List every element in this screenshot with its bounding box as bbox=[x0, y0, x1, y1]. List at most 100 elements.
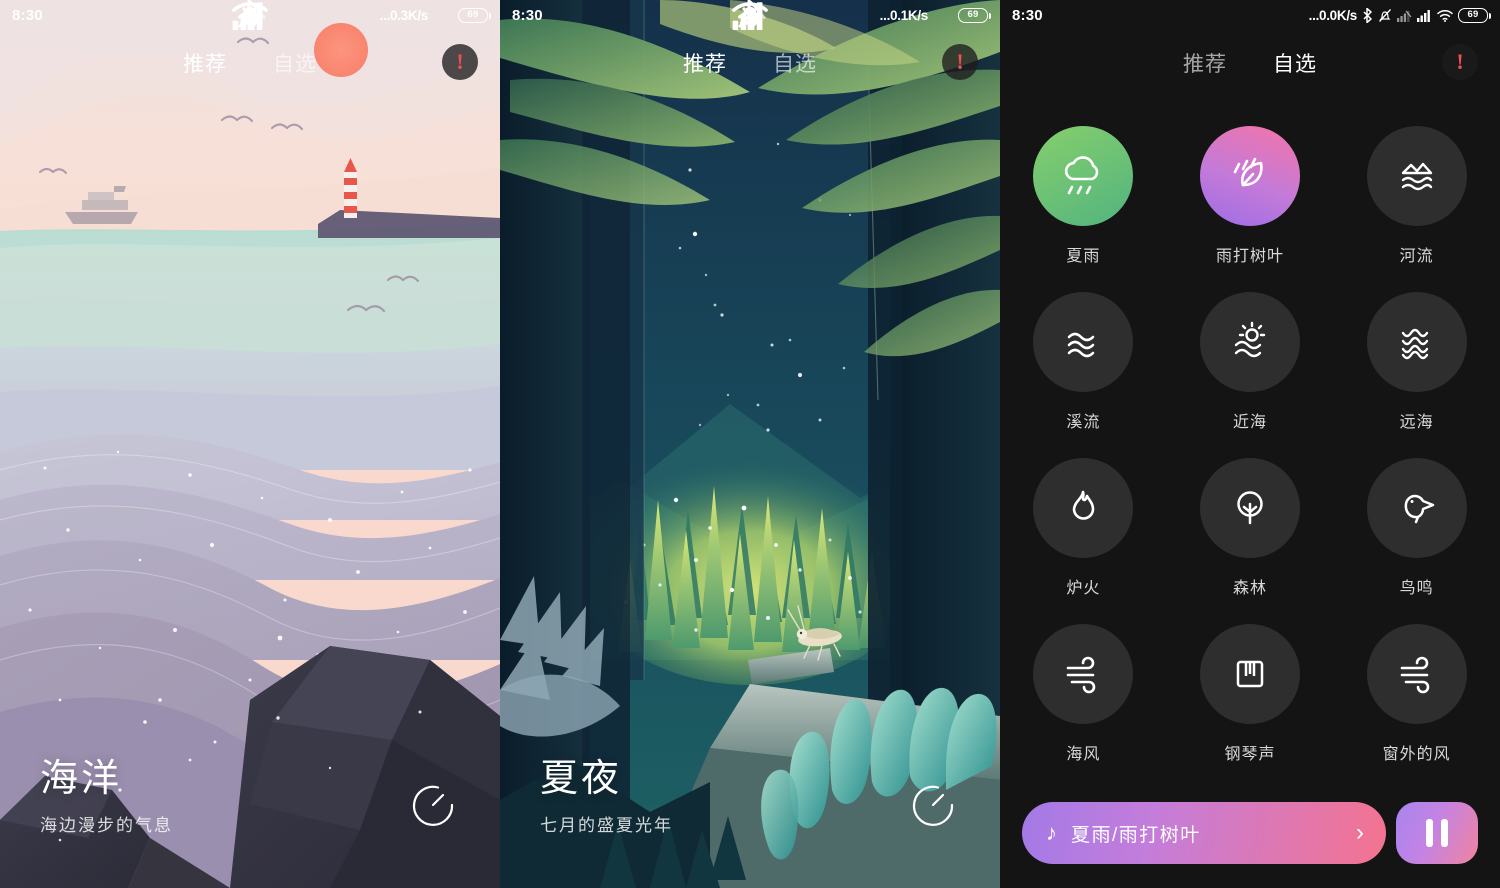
scene-subtitle: 海边漫步的气息 bbox=[40, 816, 173, 835]
sound-tile-sea-wind[interactable]: 海风 bbox=[1033, 624, 1134, 764]
sound-tile-piano[interactable]: 钢琴声 bbox=[1199, 624, 1300, 764]
mute-bell-icon bbox=[1378, 8, 1392, 23]
sound-tile-label: 钢琴声 bbox=[1224, 746, 1276, 763]
river-icon bbox=[1401, 162, 1432, 191]
battery-indicator: 69 bbox=[1458, 7, 1491, 23]
status-bar: 8:30 ...0.3K/s 69 bbox=[0, 0, 500, 30]
signal-off-icon bbox=[1397, 9, 1412, 22]
top-tabs: 推荐 自选 bbox=[1000, 48, 1500, 78]
play-pause-button[interactable] bbox=[1396, 802, 1478, 864]
scene-title: 海洋 bbox=[40, 758, 123, 801]
status-bar: 8:30 ...0.0K/s 69 bbox=[1000, 0, 1500, 30]
sound-tile-river[interactable]: 河流 bbox=[1366, 126, 1467, 266]
sound-tile-label: 河流 bbox=[1399, 248, 1434, 265]
timer-button[interactable] bbox=[408, 780, 458, 830]
sound-tile-label: 海风 bbox=[1066, 746, 1101, 763]
pause-icon-bar-left bbox=[1426, 819, 1433, 847]
sound-tile-bubble bbox=[1033, 624, 1134, 724]
sound-tile-label: 近海 bbox=[1232, 414, 1267, 431]
sound-tile-label: 窗外的风 bbox=[1382, 746, 1451, 763]
scene-caption: 海洋 海边漫步的气息 bbox=[40, 758, 173, 836]
alert-badge[interactable]: ! bbox=[442, 44, 478, 80]
scene-title: 夏夜 bbox=[540, 758, 623, 801]
chevron-right-icon: › bbox=[1356, 819, 1364, 846]
bird-icon bbox=[1404, 494, 1434, 524]
battery-indicator: 69 bbox=[958, 7, 991, 23]
pause-icon-bar-right bbox=[1441, 819, 1448, 847]
timer-button[interactable] bbox=[908, 780, 958, 830]
now-playing-button[interactable]: ♪ 夏雨/雨打树叶 › bbox=[1022, 802, 1386, 864]
panel-ocean: 8:30 ...0.3K/s 69 推荐 自选 ! 海洋 海边漫步的气息 bbox=[0, 0, 500, 888]
status-time: 8:30 bbox=[1012, 6, 1043, 24]
sound-tile-fireplace[interactable]: 炉火 bbox=[1033, 458, 1134, 598]
tab-recommend[interactable]: 推荐 bbox=[1183, 48, 1227, 78]
sound-tile-bubble bbox=[1033, 126, 1134, 226]
sound-tile-label: 远海 bbox=[1399, 414, 1434, 431]
top-tabs: 推荐 自选 bbox=[500, 48, 1000, 78]
tree-icon bbox=[1237, 491, 1263, 525]
wifi-icon bbox=[1437, 9, 1453, 22]
rain-leaf-icon bbox=[1233, 157, 1263, 187]
status-icons: ...0.0K/s 69 bbox=[1308, 7, 1491, 23]
battery-level: 69 bbox=[1467, 9, 1479, 21]
sound-tile-summer-rain[interactable]: 夏雨 bbox=[1033, 126, 1134, 266]
tab-recommend[interactable]: 推荐 bbox=[183, 48, 227, 78]
scene-caption: 夏夜 七月的盛夏光年 bbox=[540, 758, 673, 836]
sound-tile-rain-on-leaves[interactable]: 雨打树叶 bbox=[1199, 126, 1300, 266]
status-icons: ...0.3K/s 69 bbox=[232, 0, 491, 30]
timer-icon bbox=[412, 785, 454, 826]
wind-icon bbox=[1400, 656, 1429, 694]
panel-forest: 8:30 ...0.1K/s 69 推荐 自选 ! 夏夜 七月的盛夏光年 bbox=[500, 0, 1000, 888]
sound-tile-forest[interactable]: 森林 bbox=[1199, 458, 1300, 598]
sound-tile-stream[interactable]: 溪流 bbox=[1033, 292, 1134, 432]
tab-recommend[interactable]: 推荐 bbox=[683, 48, 727, 78]
top-tabs: 推荐 自选 bbox=[0, 48, 500, 78]
tab-custom[interactable]: 自选 bbox=[1273, 48, 1317, 78]
sound-tile-bubble bbox=[1033, 292, 1134, 392]
battery-level: 69 bbox=[967, 9, 979, 21]
tab-custom[interactable]: 自选 bbox=[273, 48, 317, 78]
coastal-sea-icon bbox=[1234, 321, 1266, 358]
ocean-illustration bbox=[0, 0, 500, 888]
sound-tile-coastal-sea[interactable]: 近海 bbox=[1199, 292, 1300, 432]
bluetooth-icon bbox=[1362, 7, 1373, 23]
sound-tile-label: 夏雨 bbox=[1066, 248, 1101, 265]
sound-tile-bubble bbox=[1199, 126, 1300, 226]
scene-subtitle: 七月的盛夏光年 bbox=[540, 816, 673, 835]
now-playing-track: 夏雨/雨打树叶 bbox=[1071, 824, 1201, 846]
rain-cloud-icon bbox=[1065, 156, 1099, 195]
sound-tile-label: 森林 bbox=[1232, 580, 1267, 597]
sound-tile-label: 炉火 bbox=[1066, 580, 1101, 597]
music-note-icon: ♪ bbox=[1046, 820, 1057, 845]
alert-badge[interactable]: ! bbox=[942, 44, 978, 80]
forest-illustration bbox=[500, 0, 1000, 888]
screenshot-triptych: 8:30 ...0.3K/s 69 推荐 自选 ! 海洋 海边漫步的气息 8:3… bbox=[0, 0, 1500, 888]
sound-tile-bubble bbox=[1366, 292, 1467, 392]
battery-indicator: 69 bbox=[458, 7, 491, 23]
status-icons: ...0.1K/s 69 bbox=[732, 0, 991, 30]
sound-tile-bubble bbox=[1199, 624, 1300, 724]
fire-icon bbox=[1073, 490, 1095, 520]
piano-icon bbox=[1236, 660, 1264, 688]
signal-bars-icon bbox=[1417, 9, 1432, 22]
sound-tile-label: 鸟鸣 bbox=[1399, 580, 1434, 597]
sound-tile-bubble bbox=[1366, 458, 1467, 558]
player-bar: ♪ 夏雨/雨打树叶 › bbox=[1022, 802, 1478, 864]
panel-sound-mixer: 8:30 ...0.0K/s 69 推荐 自选 ! 夏雨 雨打树叶 河流 溪流 … bbox=[1000, 0, 1500, 888]
network-speed: ...0.0K/s bbox=[1308, 7, 1358, 23]
sound-tile-bubble bbox=[1199, 458, 1300, 558]
sound-tile-bubble bbox=[1366, 126, 1467, 226]
stream-icon bbox=[1068, 332, 1095, 358]
alert-badge[interactable]: ! bbox=[1442, 44, 1478, 80]
sound-tile-label: 雨打树叶 bbox=[1215, 248, 1284, 265]
wind-icon bbox=[1067, 656, 1096, 694]
sound-tile-open-sea[interactable]: 远海 bbox=[1366, 292, 1467, 432]
alert-badge-label: ! bbox=[1456, 49, 1464, 74]
tab-custom[interactable]: 自选 bbox=[773, 48, 817, 78]
sound-tile-bubble bbox=[1366, 624, 1467, 724]
alert-badge-label: ! bbox=[956, 49, 964, 74]
sound-tile-window-wind[interactable]: 窗外的风 bbox=[1366, 624, 1467, 764]
sound-tile-birdsong[interactable]: 鸟鸣 bbox=[1366, 458, 1467, 598]
status-bar: 8:30 ...0.1K/s 69 bbox=[500, 0, 1000, 30]
alert-badge-label: ! bbox=[456, 49, 464, 74]
